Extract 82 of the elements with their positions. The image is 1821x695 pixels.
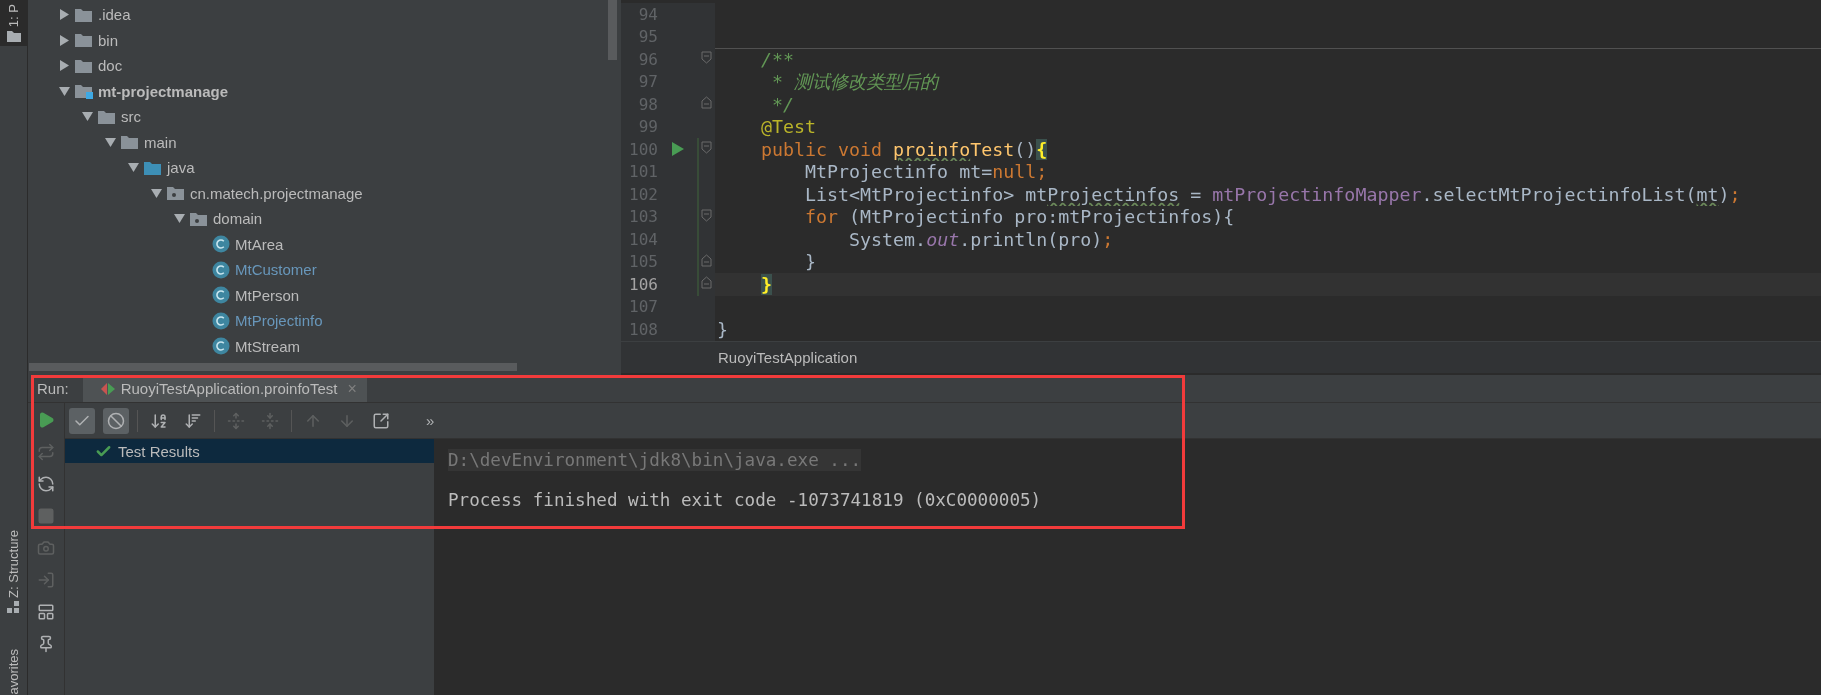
tree-item[interactable]: java [167, 159, 195, 177]
collapsed-arrow-icon[interactable] [58, 9, 70, 21]
breadcrumb-item[interactable]: RuoyiTestApplication [718, 349, 858, 366]
pin-icon[interactable] [37, 635, 55, 653]
expanded-arrow-icon[interactable] [173, 213, 185, 225]
tree-item[interactable]: src [121, 108, 141, 126]
tree-item[interactable]: MtCustomer [235, 261, 317, 279]
code-line: for (MtProjectinfo pro:mtProjectinfos){ [804, 206, 1235, 228]
folder-icon [74, 6, 93, 23]
class-icon [212, 235, 230, 254]
fold-icon[interactable] [701, 253, 712, 267]
line-number: 106 [628, 274, 658, 294]
fold-icon[interactable] [701, 96, 712, 110]
structure-tool-tab[interactable]: Z: Structure [0, 525, 27, 618]
folder-icon [120, 134, 139, 151]
folder-icon [74, 32, 93, 49]
tree-item[interactable]: .idea [98, 6, 131, 24]
expanded-arrow-icon[interactable] [104, 136, 116, 148]
test-label: Test Results [118, 442, 200, 460]
run-label: Run: [37, 380, 69, 397]
code-line: @Test [760, 116, 817, 138]
expanded-arrow-icon[interactable] [150, 187, 162, 199]
play-icon[interactable] [37, 411, 55, 429]
expanded-arrow-icon[interactable] [81, 111, 93, 123]
tree-item[interactable]: main [144, 133, 177, 151]
tree-item[interactable]: bin [98, 31, 119, 49]
fold-icon[interactable] [701, 51, 712, 65]
package-folder-icon [166, 185, 185, 202]
code-line: */ [771, 93, 795, 115]
scrollbar-thumb[interactable] [29, 363, 517, 371]
code-line: public void proinfoTest(){ [760, 138, 1048, 160]
class-icon [212, 311, 230, 330]
collapsed-arrow-icon[interactable] [58, 34, 70, 46]
fold-icon[interactable] [701, 141, 712, 155]
fold-icon[interactable] [701, 208, 712, 222]
export-icon [372, 411, 390, 430]
layout-icon[interactable] [37, 603, 55, 621]
class-icon [212, 260, 230, 279]
tree-item[interactable]: MtProjectinfo [235, 312, 323, 330]
tree-item[interactable]: domain [213, 210, 263, 228]
folder-icon [97, 108, 116, 125]
class-icon [212, 337, 230, 356]
tree-item[interactable]: cn.matech.projectmanage [190, 184, 363, 202]
code-line: } [804, 251, 817, 273]
package-folder-icon [189, 210, 208, 227]
refresh-icon[interactable] [37, 475, 55, 493]
folder-icon [74, 57, 93, 74]
run-gutter-icon[interactable] [672, 142, 684, 157]
blocked-button[interactable] [103, 407, 129, 434]
expand-all-icon [227, 411, 245, 430]
code-line: List<MtProjectinfo> mtProjectinfos = mtProjectinfoMapper.selectMtProjectinfoList(mt); [804, 183, 1741, 205]
sort-icon [184, 411, 202, 430]
tree-item[interactable]: doc [98, 57, 123, 75]
expanded-arrow-icon[interactable] [58, 85, 70, 97]
test-tree-item[interactable]: Test Results [65, 439, 434, 463]
project-tool-tab[interactable]: 1: P [0, 0, 27, 47]
collapse-all-icon [261, 411, 279, 430]
code-line: /** [760, 49, 795, 71]
more-button[interactable]: » [426, 412, 435, 429]
code-line: System.out.println(pro); [848, 228, 1114, 250]
blocked-icon [107, 411, 125, 430]
tree-item[interactable]: MtPerson [235, 286, 300, 304]
check-button[interactable] [69, 407, 95, 434]
code-line: } [717, 318, 728, 340]
tree-item[interactable]: MtArea [235, 235, 284, 253]
expanded-arrow-icon[interactable] [127, 162, 139, 174]
class-icon [212, 286, 230, 305]
structure-icon [7, 601, 20, 614]
code-line: MtProjectinfo mt=null; [804, 161, 1048, 183]
console-line: Process finished with exit code -1073741819 (0xC0000005) [448, 489, 1042, 511]
collapsed-arrow-icon[interactable] [58, 60, 70, 72]
test-run-icon [100, 381, 115, 396]
module-folder-icon [74, 83, 93, 100]
folder-icon [6, 31, 21, 43]
tree-item[interactable]: MtStream [235, 337, 300, 355]
scrollbar-thumb[interactable] [608, 0, 617, 60]
code-line: * 测试修改类型后的 [771, 70, 939, 95]
sort-alpha-icon [150, 411, 168, 430]
favorites-tool-tab[interactable]: avorites [0, 645, 27, 695]
folder-icon [143, 159, 162, 176]
tree-item[interactable]: mt-projectmanage [98, 82, 229, 100]
fold-icon[interactable] [701, 276, 712, 290]
